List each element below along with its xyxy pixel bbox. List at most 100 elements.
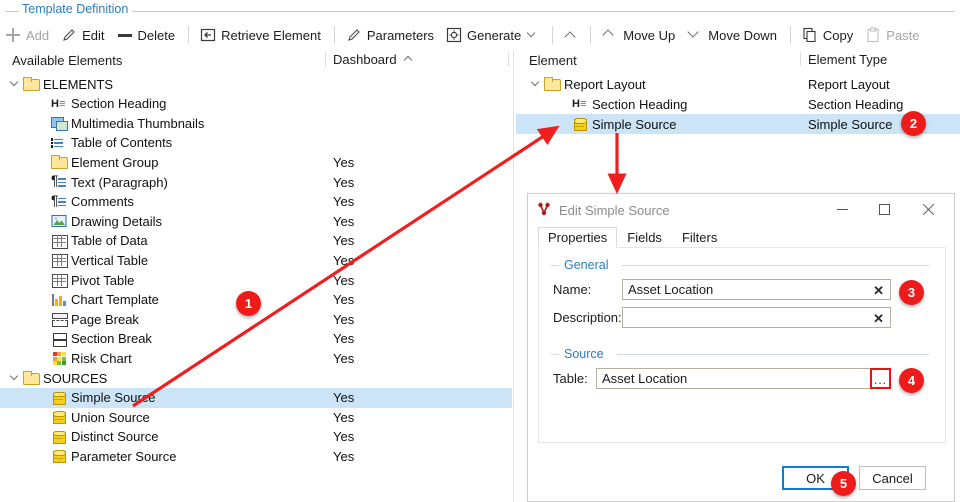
folder-open-icon	[23, 76, 40, 92]
toolbar-separator	[590, 26, 592, 44]
tree-row-dashboard-value: Yes	[333, 233, 355, 249]
tree-row[interactable]: ELEMENTS	[0, 74, 512, 94]
minimize-button[interactable]	[822, 194, 862, 224]
description-label: Description:	[553, 310, 622, 325]
table-label: Table:	[553, 371, 588, 386]
tree-row[interactable]: H≡ Section Heading	[0, 94, 512, 114]
clear-name-icon[interactable]: ✕	[873, 282, 884, 299]
drawing-icon	[51, 213, 68, 229]
element-row-label: Section Heading	[592, 96, 688, 112]
database-icon	[51, 448, 68, 464]
delete-button[interactable]: Delete	[112, 23, 183, 47]
folder-open-icon	[23, 370, 40, 386]
cancel-button[interactable]: Cancel	[859, 466, 926, 490]
name-label: Name:	[553, 282, 592, 297]
tree-row[interactable]: Table of Data Yes	[0, 231, 512, 251]
clear-description-icon[interactable]: ✕	[873, 310, 884, 327]
tree-row[interactable]: Table of Contents	[0, 133, 512, 153]
element-type-header-label: Element Type	[808, 52, 888, 67]
tree-row[interactable]: Element Group Yes	[0, 152, 512, 172]
tree-expander-expanded[interactable]	[528, 78, 544, 91]
close-button[interactable]	[908, 194, 948, 224]
tree-row[interactable]: SOURCES	[0, 368, 512, 388]
tab-properties[interactable]: Properties	[538, 227, 618, 248]
dialog-titlebar[interactable]: Edit Simple Source	[528, 194, 954, 226]
chevron-up-icon[interactable]	[403, 53, 416, 66]
chevron-up-icon	[564, 29, 577, 42]
tree-row[interactable]: Vertical Table Yes	[0, 250, 512, 270]
available-elements-header-label: Available Elements	[12, 52, 123, 68]
tree-row[interactable]: Comments Yes	[0, 192, 512, 212]
tree-row[interactable]: Pivot Table Yes	[0, 270, 512, 290]
parameters-button[interactable]: Parameters	[341, 23, 441, 47]
edit-button[interactable]: Edit	[56, 23, 111, 47]
maximize-icon	[878, 203, 890, 215]
tree-row-label: Distinct Source	[71, 429, 159, 445]
element-row-label: Report Layout	[564, 76, 646, 92]
minus-icon	[117, 27, 133, 43]
tree-expander-expanded[interactable]	[7, 78, 23, 91]
tree-row-dashboard-value: Yes	[333, 331, 355, 347]
callout-badge-2: 2	[901, 111, 926, 136]
element-row-selected[interactable]: Simple Source Simple Source	[516, 114, 960, 134]
tree-row[interactable]: Multimedia Thumbnails	[0, 113, 512, 133]
element-row[interactable]: Report Layout Report Layout	[516, 74, 960, 94]
tree-row-dashboard-value: Yes	[333, 409, 355, 425]
tab-filters[interactable]: Filters	[672, 227, 727, 248]
pencil-icon	[61, 27, 77, 43]
add-button[interactable]: Add	[0, 23, 56, 47]
pencil-icon	[346, 27, 362, 43]
parameters-button-label: Parameters	[366, 27, 435, 43]
description-field[interactable]: ✕	[622, 307, 891, 328]
header-column-separator	[325, 52, 326, 66]
tree-row[interactable]: Parameter Source Yes	[0, 446, 512, 466]
tree-row-label: Table of Contents	[71, 135, 173, 151]
copy-button[interactable]: Copy	[797, 23, 860, 47]
tree-row-label: Chart Template	[71, 292, 159, 308]
element-row[interactable]: H≡ Section Heading Section Heading	[516, 94, 960, 114]
tree-row-label: Comments	[71, 194, 134, 210]
multimedia-icon	[51, 115, 68, 132]
chevron-down-icon[interactable]	[526, 29, 539, 42]
tree-row[interactable]: Drawing Details Yes	[0, 211, 512, 231]
table-field[interactable]: Asset Location	[596, 368, 891, 389]
general-group-dash	[551, 265, 559, 266]
maximize-button[interactable]	[864, 194, 904, 224]
chevron-down-icon	[9, 78, 22, 91]
edit-button-label: Edit	[82, 27, 105, 43]
move-down-button[interactable]: Move Down	[682, 23, 784, 47]
retrieve-element-button[interactable]: Retrieve Element	[195, 23, 328, 47]
minimize-icon	[836, 208, 848, 210]
paste-button[interactable]: Paste	[860, 23, 926, 47]
source-group-line	[617, 354, 929, 355]
delete-button-label: Delete	[137, 27, 176, 43]
tree-row-selected[interactable]: Simple Source Yes	[0, 387, 512, 408]
tree-row[interactable]: Section Break Yes	[0, 329, 512, 349]
toc-icon	[51, 135, 68, 151]
tree-row-dashboard-value: Yes	[333, 448, 355, 464]
tree-row[interactable]: Risk Chart Yes	[0, 348, 512, 368]
dialog-tabs: Properties Fields Filters	[538, 226, 727, 248]
tree-expander-expanded[interactable]	[7, 372, 23, 385]
gear-icon	[446, 27, 462, 43]
collapse-toolbar-button[interactable]	[559, 23, 584, 47]
element-row-type: Section Heading	[808, 96, 904, 112]
tree-row-label: Drawing Details	[71, 213, 163, 229]
move-up-button[interactable]: Move Up	[597, 23, 682, 47]
dashboard-column-header[interactable]: Dashboard	[333, 52, 416, 67]
tree-row[interactable]: Distinct Source Yes	[0, 427, 512, 447]
generate-button[interactable]: Generate	[441, 23, 546, 47]
toolbar-separator	[552, 26, 554, 44]
tree-row-label: Page Break	[71, 311, 139, 327]
name-field[interactable]: Asset Location ✕	[622, 279, 891, 300]
table-icon	[51, 233, 68, 249]
element-column-header: Element	[516, 50, 960, 70]
tree-row-label: Vertical Table	[71, 252, 149, 268]
tree-row-label: Union Source	[71, 409, 150, 425]
tree-row[interactable]: Text (Paragraph) Yes	[0, 172, 512, 192]
browse-table-button[interactable]: ...	[870, 368, 891, 389]
tab-fields[interactable]: Fields	[617, 227, 672, 248]
tree-row-dashboard-value: Yes	[333, 252, 355, 268]
tree-row[interactable]: Union Source Yes	[0, 407, 512, 427]
app-logo-icon	[536, 201, 552, 220]
